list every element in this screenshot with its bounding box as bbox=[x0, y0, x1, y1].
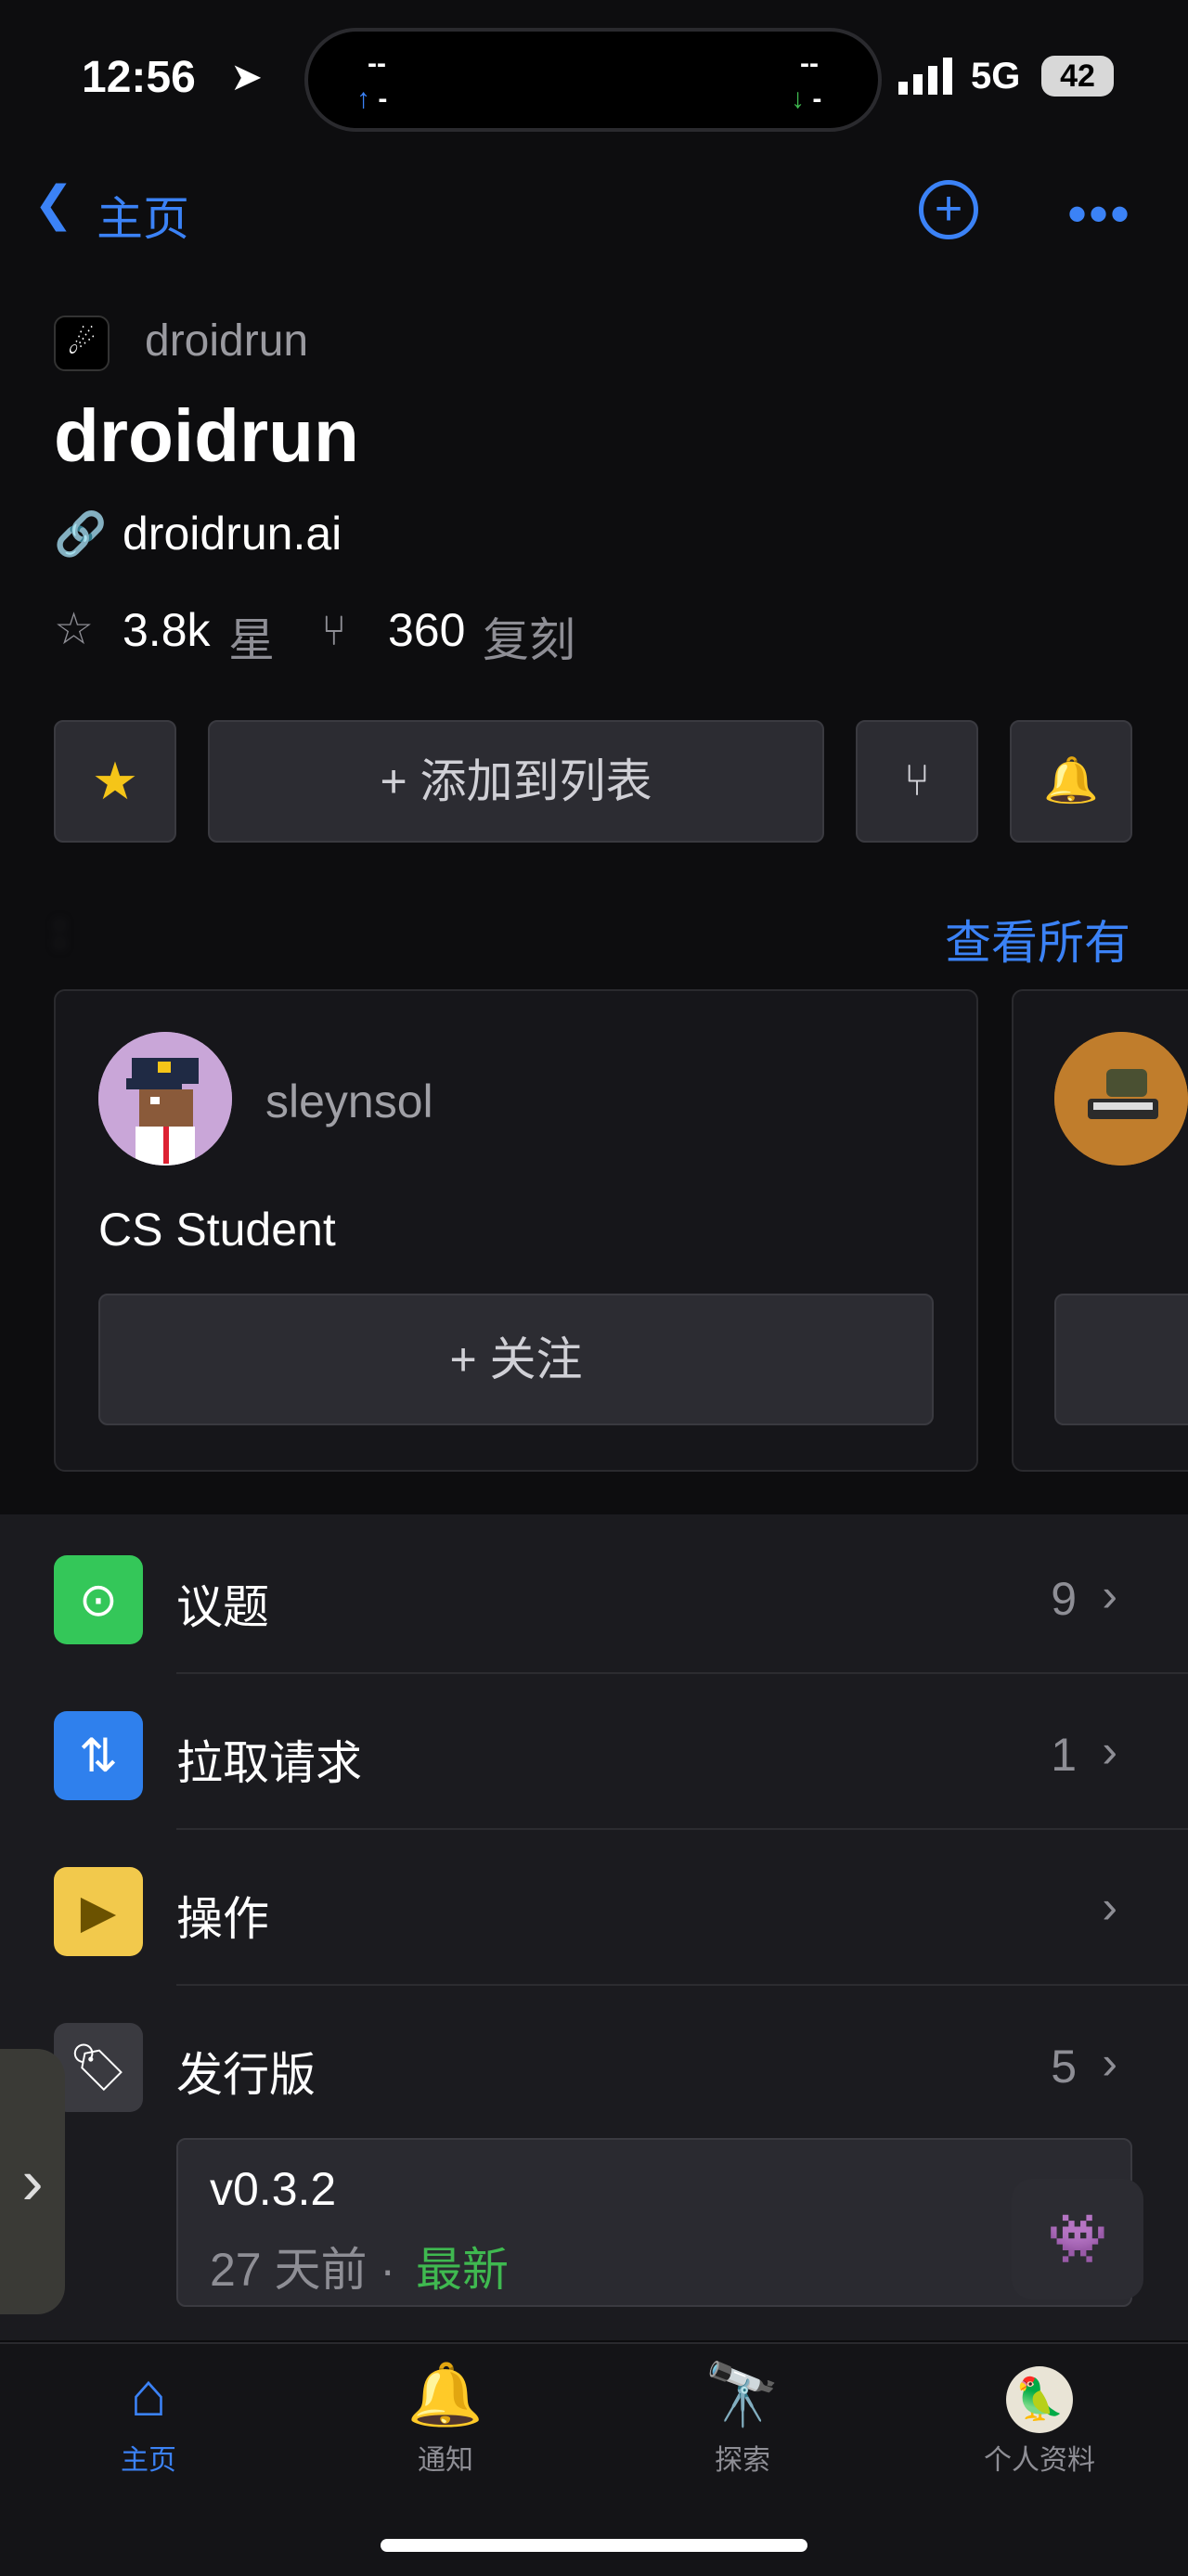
status-time: 12:56 bbox=[82, 53, 196, 102]
issues-count: 9 bbox=[1051, 1573, 1077, 1625]
repo-title: droidrun bbox=[54, 394, 359, 477]
back-button[interactable]: 主页 bbox=[97, 182, 189, 249]
network-type: 5G bbox=[971, 56, 1021, 97]
pull-requests-count: 1 bbox=[1051, 1729, 1077, 1781]
telescope-icon: 🔭 bbox=[704, 2360, 781, 2428]
fork-button[interactable]: ⑂ bbox=[856, 720, 978, 843]
star-icon: ★ bbox=[91, 752, 139, 810]
island-right-bot: - bbox=[812, 84, 822, 114]
releases-count: 5 bbox=[1051, 2041, 1077, 2093]
link-icon: 🔗 bbox=[54, 509, 108, 558]
fork-icon: ⑂ bbox=[903, 756, 931, 805]
tab-explore[interactable]: 🔭 探索 bbox=[650, 2357, 835, 2478]
latest-badge: 最新 bbox=[416, 2244, 509, 2296]
releases-label: 发行版 bbox=[176, 2049, 316, 2101]
bell-icon: 🔔 bbox=[1043, 756, 1099, 805]
star-outline-icon: ☆ bbox=[54, 605, 95, 654]
home-indicator bbox=[381, 2539, 807, 2552]
follow-button[interactable]: + 关注 bbox=[98, 1294, 934, 1425]
tab-explore-label: 探索 bbox=[715, 2445, 770, 2476]
actions-label: 操作 bbox=[176, 1893, 269, 1945]
issues-label: 议题 bbox=[176, 1581, 269, 1633]
island-left-top: -- bbox=[368, 48, 386, 79]
contributor-username[interactable]: sleynsol bbox=[265, 1075, 433, 1128]
tag-icon: 🏷 bbox=[54, 2023, 143, 2112]
location-icon: ➤ bbox=[230, 55, 264, 98]
avatar: 🦜 bbox=[947, 2357, 1132, 2433]
view-all-link[interactable]: 查看所有 bbox=[945, 906, 1130, 972]
repo-owner[interactable]: droidrun bbox=[145, 316, 308, 367]
pull-request-icon: ⇅ bbox=[54, 1711, 143, 1800]
tab-notifications-label: 通知 bbox=[418, 2445, 473, 2476]
release-date: 27 天前 · bbox=[210, 2244, 396, 2296]
tab-notifications[interactable]: 🔔 通知 bbox=[353, 2357, 538, 2478]
battery-icon: 42 bbox=[1041, 56, 1114, 97]
issue-icon: ⊙ bbox=[54, 1555, 143, 1644]
forks-label: 复刻 bbox=[483, 614, 575, 666]
avatar[interactable] bbox=[1054, 1032, 1188, 1166]
dynamic-island: -- ↑ - -- ↓ - bbox=[304, 28, 882, 132]
owner-avatar[interactable]: ☄ bbox=[54, 316, 110, 371]
repo-website[interactable]: droidrun.ai bbox=[123, 507, 342, 560]
copilot-icon[interactable]: 👾 bbox=[1012, 2179, 1143, 2299]
star-button[interactable]: ★ bbox=[54, 720, 176, 843]
add-to-list-button[interactable]: + 添加到列表 bbox=[208, 720, 824, 843]
island-right-top: -- bbox=[800, 48, 819, 79]
tab-profile[interactable]: 🦜 个人资料 bbox=[947, 2357, 1132, 2478]
side-drawer-handle[interactable]: › bbox=[0, 2049, 65, 2314]
actions-row[interactable]: ▶ 操作 › bbox=[0, 1830, 1188, 1986]
contributors-heading: : bbox=[54, 907, 66, 955]
contributor-bio: CS Student bbox=[98, 1204, 336, 1256]
chevron-right-icon: › bbox=[1102, 1725, 1117, 1777]
chevron-left-icon[interactable]: ❮ bbox=[33, 176, 74, 232]
follow-button[interactable] bbox=[1054, 1294, 1188, 1425]
bell-icon: 🔔 bbox=[407, 2360, 484, 2428]
island-left-bot: - bbox=[378, 84, 388, 114]
stars-count[interactable]: 3.8k bbox=[123, 603, 211, 657]
upload-arrow-icon: ↑ bbox=[356, 84, 370, 114]
tab-profile-label: 个人资料 bbox=[984, 2445, 1095, 2476]
ellipsis-icon[interactable]: ••• bbox=[1067, 182, 1131, 246]
forks-count[interactable]: 360 bbox=[388, 603, 465, 657]
download-arrow-icon: ↓ bbox=[791, 84, 805, 114]
pull-requests-row[interactable]: ⇅ 拉取请求 1 › bbox=[0, 1674, 1188, 1830]
play-circle-icon: ▶ bbox=[54, 1867, 143, 1956]
home-icon: ⌂ bbox=[130, 2360, 167, 2428]
battery-level: 42 bbox=[1060, 58, 1095, 94]
stars-label: 星 bbox=[228, 614, 275, 666]
watch-button[interactable]: 🔔 bbox=[1010, 720, 1132, 843]
chevron-right-icon: › bbox=[1102, 1569, 1117, 1621]
tab-home-label: 主页 bbox=[121, 2445, 176, 2476]
plus-circle-icon[interactable]: + bbox=[919, 180, 978, 239]
pull-requests-label: 拉取请求 bbox=[176, 1737, 362, 1789]
tab-home[interactable]: ⌂ 主页 bbox=[56, 2357, 241, 2478]
chevron-right-icon: › bbox=[1102, 1881, 1117, 1933]
issues-row[interactable]: ⊙ 议题 9 › bbox=[0, 1518, 1188, 1674]
chevron-right-icon: › bbox=[1102, 2037, 1117, 2089]
avatar[interactable] bbox=[98, 1032, 232, 1166]
releases-row[interactable]: 🏷 发行版 5 › bbox=[0, 1986, 1188, 2142]
fork-icon: ⑂ bbox=[321, 606, 347, 654]
release-version: v0.3.2 bbox=[210, 2163, 337, 2215]
signal-icon bbox=[898, 58, 958, 99]
